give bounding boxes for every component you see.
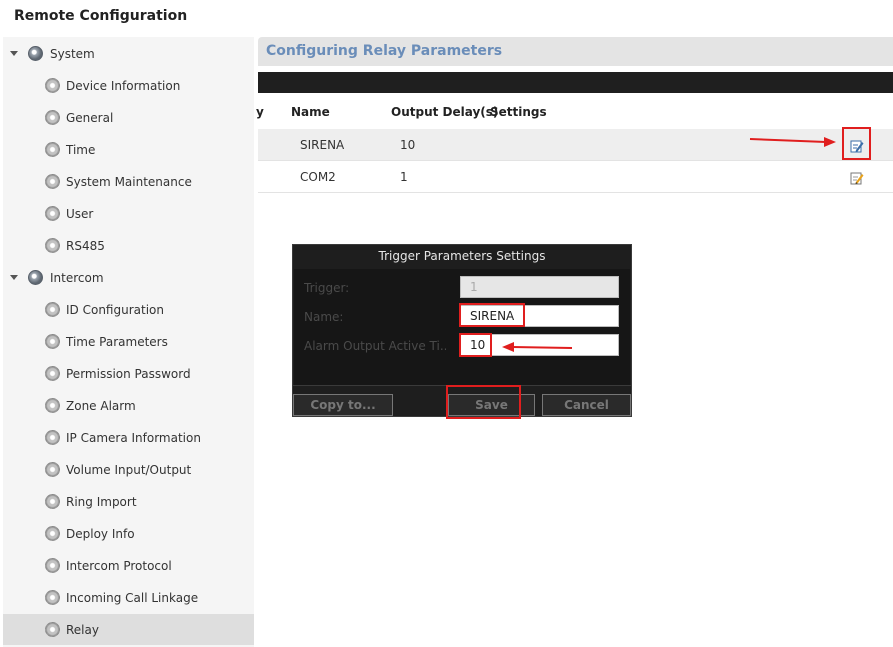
column-header-output-delay: Output Delay(s)	[391, 105, 499, 119]
gear-icon	[45, 590, 60, 605]
highlight-box	[842, 127, 871, 160]
highlight-box	[446, 385, 521, 419]
gear-icon	[45, 110, 60, 125]
edit-icon[interactable]	[850, 171, 864, 185]
sidebar-item-id-configuration[interactable]: ID Configuration	[3, 294, 254, 325]
gear-icon	[45, 78, 60, 93]
window-title: Remote Configuration	[14, 8, 188, 24]
sidebar-item-time-parameters[interactable]: Time Parameters	[3, 326, 254, 357]
sidebar-item-label: Time Parameters	[66, 334, 168, 349]
sidebar-item-label: Permission Password	[66, 366, 191, 381]
sidebar-item-deploy-info[interactable]: Deploy Info	[3, 518, 254, 549]
sidebar-item-intercom-protocol[interactable]: Intercom Protocol	[3, 550, 254, 581]
gear-icon	[45, 622, 60, 637]
cell-output-delay: 1	[400, 170, 408, 184]
sidebar-item-relay[interactable]: Relay	[3, 614, 254, 645]
copy-to-button[interactable]: Copy to...	[293, 394, 393, 416]
tree-group-intercom[interactable]: Intercom	[3, 262, 254, 293]
column-header-name: Name	[291, 105, 330, 119]
chevron-down-icon[interactable]	[10, 275, 18, 280]
arrow-icon	[502, 342, 573, 352]
sidebar-item-label: Deploy Info	[66, 526, 135, 541]
sidebar-item-zone-alarm[interactable]: Zone Alarm	[3, 390, 254, 421]
sidebar-item-ip-camera-information[interactable]: IP Camera Information	[3, 422, 254, 453]
gear-icon	[45, 206, 60, 221]
cell-name: COM2	[300, 170, 336, 184]
section-header: Configuring Relay Parameters	[258, 37, 893, 66]
sidebar-item-label: ID Configuration	[66, 302, 164, 317]
chevron-down-icon[interactable]	[10, 51, 18, 56]
sidebar-item-label: Volume Input/Output	[66, 462, 192, 477]
sidebar-item-user[interactable]: User	[3, 198, 254, 229]
gear-icon	[45, 462, 60, 477]
sidebar-item-system-maintenance[interactable]: System Maintenance	[3, 166, 254, 197]
sidebar-item-label: User	[66, 206, 94, 221]
sidebar-item-label: RS485	[66, 238, 105, 253]
trigger-field	[460, 276, 619, 298]
column-header-truncated: y	[256, 105, 264, 119]
sidebar-item-volume-input-output[interactable]: Volume Input/Output	[3, 454, 254, 485]
highlight-box	[459, 303, 525, 327]
sidebar-item-label: Time	[66, 142, 96, 157]
highlight-box	[459, 333, 492, 357]
gear-icon	[45, 526, 60, 541]
table-row[interactable]: COM2 1	[258, 161, 893, 193]
gear-icon	[45, 302, 60, 317]
dialog-body: Trigger: Name: Alarm Output Active Ti...	[294, 269, 630, 385]
sidebar-item-permission-password[interactable]: Permission Password	[3, 358, 254, 389]
arrow-icon	[749, 137, 836, 147]
gear-icon	[45, 398, 60, 413]
gear-icon	[45, 366, 60, 381]
gear-icon	[45, 174, 60, 189]
gear-icon	[45, 494, 60, 509]
sidebar-item-label: General	[66, 110, 114, 125]
sidebar-item-label: System Maintenance	[66, 174, 192, 189]
gear-globe-icon	[28, 270, 43, 285]
gear-icon	[45, 142, 60, 157]
sidebar-item-label: Incoming Call Linkage	[66, 590, 199, 605]
page-title: Configuring Relay Parameters	[266, 43, 503, 59]
toolbar-bar	[258, 72, 893, 93]
name-label: Name:	[304, 310, 344, 324]
gear-icon	[45, 430, 60, 445]
cancel-button[interactable]: Cancel	[542, 394, 631, 416]
sidebar-item-incoming-call-linkage[interactable]: Incoming Call Linkage	[3, 582, 254, 613]
gear-icon	[45, 334, 60, 349]
sidebar-item-label: Device Information	[66, 78, 181, 93]
gear-icon	[45, 558, 60, 573]
tree-group-label: System	[50, 46, 95, 61]
cell-name: SIRENA	[300, 138, 345, 152]
sidebar-tree: System Device Information General Time S…	[3, 37, 254, 647]
sidebar-item-time[interactable]: Time	[3, 134, 254, 165]
sidebar-item-ring-import[interactable]: Ring Import	[3, 486, 254, 517]
sidebar-item-label: Relay	[66, 622, 99, 637]
sidebar-item-label: Ring Import	[66, 494, 137, 509]
gear-globe-icon	[28, 46, 43, 61]
column-header-settings: Settings	[490, 105, 547, 119]
sidebar-item-label: Zone Alarm	[66, 398, 136, 413]
sidebar-item-label: IP Camera Information	[66, 430, 201, 445]
table-header: y Name Output Delay(s) Settings	[256, 96, 893, 128]
sidebar-item-rs485[interactable]: RS485	[3, 230, 254, 261]
alarm-output-active-time-label: Alarm Output Active Ti...	[304, 339, 446, 353]
sidebar-item-general[interactable]: General	[3, 102, 254, 133]
gear-icon	[45, 238, 60, 253]
dialog-title: Trigger Parameters Settings	[378, 249, 546, 263]
sidebar-item-device-information[interactable]: Device Information	[3, 70, 254, 101]
trigger-label: Trigger:	[304, 281, 350, 295]
cell-output-delay: 10	[400, 138, 416, 152]
tree-group-system[interactable]: System	[3, 38, 254, 69]
tree-group-label: Intercom	[50, 270, 104, 285]
sidebar-item-label: Intercom Protocol	[66, 558, 172, 573]
